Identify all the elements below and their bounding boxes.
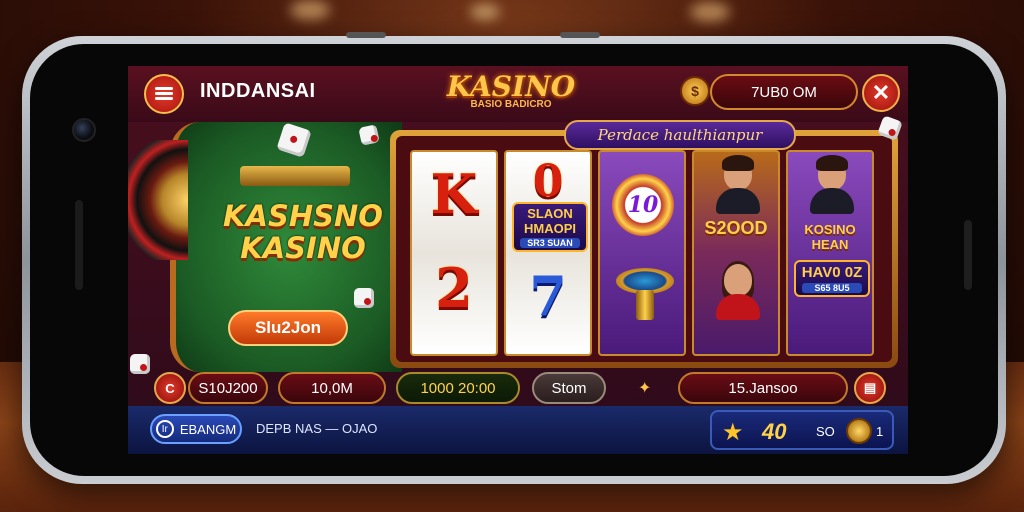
score-value: 40 [762,419,787,444]
chip-value: 10 [627,192,659,218]
coin-icon[interactable]: $ [680,76,710,106]
close-button[interactable]: ✕ [862,74,900,112]
reel-4[interactable]: S2OOD [692,150,780,356]
reel-badge-text: HAV0 0Z [801,264,863,281]
background-light [290,0,330,20]
background-light [690,2,730,22]
coin-icon[interactable] [846,418,872,444]
coin-count: 1 [876,424,884,439]
man-avatar-icon [716,155,760,214]
info-pill-bonus: 1000 20:00 [396,372,520,404]
slot-header: Perdace haulthianpur [564,120,796,150]
score-box: ★ 40 SO 1 [710,410,894,450]
top-bar: INDDANSAI KASINO BASIO BADICRO $ 7UB0 OM… [128,66,908,122]
info-icon[interactable]: C [154,372,186,404]
reel-badge: HAV0 0Z S65 8U5 [794,260,870,297]
slot-reels: K 2 0 SLAON HMAOPI SR3 SUAN 7 10 S2OOD K… [396,136,892,362]
nav-button-label: EBANGM [179,421,237,437]
slot-machine: Perdace haulthianpur K 2 0 SLAON HMAOPI … [390,120,898,368]
front-camera-icon [72,118,96,142]
promo-play-button[interactable]: Slu2Jon [228,310,348,346]
reel-badge: SLAON HMAOPI SR3 SUAN [512,202,588,252]
reel-label: KOSINO HEAN [804,222,856,252]
reel-badge-text: SLAON HMAOPI [524,206,576,236]
man-avatar-icon [810,155,854,214]
menu-button[interactable] [144,74,184,114]
balance-display: 7UB0 OM [710,74,858,110]
nav-primary-button[interactable]: Ir EBANGM [150,414,242,444]
reel-2[interactable]: 0 SLAON HMAOPI SR3 SUAN 7 [504,150,592,356]
roulette-wheel-icon [128,140,188,260]
hamburger-icon [155,87,173,101]
game-screen: INDDANSAI KASINO BASIO BADICRO $ 7UB0 OM… [128,66,908,454]
dice-icon [130,354,150,374]
reel-symbol-bottom: 7 [529,264,567,328]
info-pill: 10,0M [278,372,386,404]
reel-badge-small: SR3 SUAN [520,238,580,248]
kasino-logo: KASINO BASIO BADICRO [446,70,576,110]
promo-title-line2: KASINO [240,231,366,265]
trophy-icon [616,268,674,328]
info-pill: S10J200 [188,372,268,404]
reel-badge-small: S65 8U5 [802,283,862,293]
score-small: SO [816,424,835,439]
info-row: C S10J200 10,0M 1000 20:00 Stom ✦ 15.Jan… [154,372,894,406]
nav-status-text: DEPB NAS — OJAO [256,421,378,436]
reel-5[interactable]: KOSINO HEAN HAV0 0Z S65 8U5 [786,150,874,356]
promo-title: KASHSNO KASINO [208,200,398,264]
reel-symbol-bottom: 2 [435,256,473,320]
promo-title-line1: KASHSNO [223,199,383,233]
app-title: INDDANSAI [200,80,316,102]
speaker-grille [75,200,83,290]
promo-nameplate [240,166,350,186]
spin-button[interactable]: Stom [532,372,606,404]
reel-1[interactable]: K 2 [410,150,498,356]
casino-chip-icon: 10 [612,174,674,236]
power-button [560,32,600,38]
side-sensor [964,220,972,290]
gift-icon[interactable]: ▤ [854,372,886,404]
woman-avatar-icon [716,261,760,320]
star-icon: ★ [722,419,744,446]
reel-3[interactable]: 10 [598,150,686,356]
info-pill-jackpot: 15.Jansoo [678,372,848,404]
dice-icon [354,288,374,308]
close-icon: ✕ [871,80,891,105]
volume-button [346,32,386,38]
sparkle-icon: ✦ [638,380,652,397]
background-light [470,4,500,20]
reel-label: S2OOD [704,218,768,238]
bottom-navbar: Ir EBANGM DEPB NAS — OJAO ★ 40 SO 1 [128,406,908,454]
reel-symbol-top: K [430,162,478,226]
nav-button-icon: Ir [155,420,174,438]
reel-symbol-top: 0 [532,156,564,207]
